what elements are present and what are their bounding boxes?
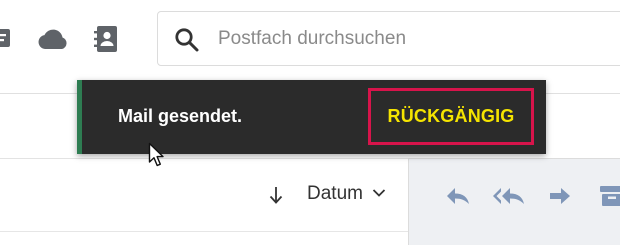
undo-button[interactable]: RÜCKGÄNGIG: [368, 88, 534, 145]
chevron-down-icon[interactable]: [372, 188, 386, 198]
archive-icon[interactable]: [599, 185, 620, 207]
mail-app: Datum: [0, 0, 620, 245]
reading-pane: [408, 158, 620, 245]
notes-icon[interactable]: [0, 24, 12, 54]
reply-icon[interactable]: [445, 185, 471, 207]
cloud-icon[interactable]: [37, 24, 69, 54]
contacts-icon[interactable]: [92, 24, 120, 54]
sort-direction-arrow-icon[interactable]: [268, 185, 284, 205]
reply-all-icon[interactable]: [492, 185, 526, 207]
search-icon[interactable]: [174, 27, 200, 53]
undo-button-label: RÜCKGÄNGIG: [387, 106, 515, 126]
snackbar-message: Mail gesendet.: [118, 106, 243, 126]
forward-icon[interactable]: [548, 185, 572, 207]
search-input[interactable]: [218, 26, 598, 52]
message-list: Datum: [0, 158, 408, 245]
sort-bar: Datum: [0, 159, 408, 232]
mouse-pointer-icon: [148, 142, 164, 167]
sort-field-label[interactable]: Datum: [307, 183, 363, 205]
search-box[interactable]: [157, 11, 620, 66]
